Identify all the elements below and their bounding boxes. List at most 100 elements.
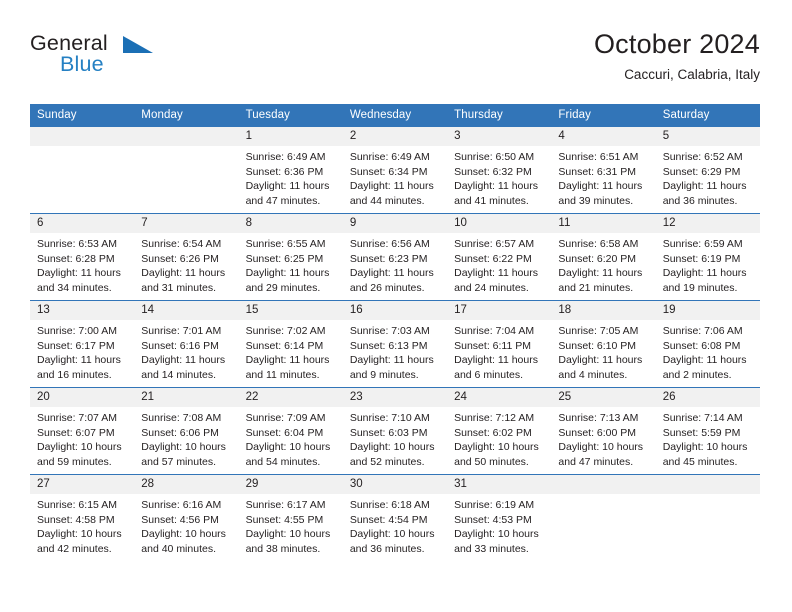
daylight-text-line2: and 6 minutes. — [454, 368, 524, 381]
calendar-day-cell[interactable]: 22 Sunrise: 7:09 AM Sunset: 6:04 PM Dayligh… — [238, 387, 343, 475]
sunrise-text: Sunrise: 6:17 AM — [245, 499, 326, 511]
day-number: 15 — [238, 301, 343, 320]
calendar-day-cell[interactable]: 17 Sunrise: 7:04 AM Sunset: 6:11 PM Dayligh… — [447, 300, 552, 388]
calendar-week-row: 20 Sunrise: 7:07 AM Sunset: 6:07 PM Dayligh… — [30, 387, 760, 475]
calendar-day-cell[interactable]: 24 Sunrise: 7:12 AM Sunset: 6:02 PM Dayligh… — [447, 387, 552, 475]
sunset-text: Sunset: 6:00 PM — [558, 426, 637, 439]
sunset-text: Sunset: 6:03 PM — [349, 426, 428, 439]
daylight-text-line1: Daylight: 11 hours — [349, 267, 434, 280]
day-details: Sunrise: 7:04 AM Sunset: 6:11 PM Daylight:… — [447, 320, 551, 382]
daylight-text-line2: and 24 minutes. — [454, 281, 529, 294]
daylight-text-line1: Daylight: 11 hours — [558, 267, 643, 280]
calendar-day-cell[interactable]: 1 Sunrise: 6:49 AM Sunset: 6:36 PM Daylight… — [238, 126, 343, 214]
calendar-week-row: 1 Sunrise: 6:49 AM Sunset: 6:36 PM Daylight… — [30, 126, 760, 214]
day-number — [30, 127, 135, 146]
calendar-day-cell[interactable]: 19 Sunrise: 7:06 AM Sunset: 6:08 PM Dayligh… — [655, 300, 760, 388]
daylight-text-line1: Daylight: 10 hours — [454, 441, 539, 454]
sunset-text: Sunset: 6:28 PM — [37, 252, 115, 265]
sunset-text: Sunset: 6:20 PM — [558, 252, 637, 265]
daylight-text-line2: and 44 minutes. — [349, 194, 425, 207]
daylight-text-line2: and 11 minutes. — [245, 368, 320, 381]
calendar-day-cell[interactable]: 4 Sunrise: 6:51 AM Sunset: 6:31 PM Daylight… — [551, 126, 656, 214]
daylight-text-line2: and 54 minutes. — [245, 455, 321, 468]
day-number: 4 — [551, 127, 656, 146]
calendar-day-cell[interactable]: 9 Sunrise: 6:56 AM Sunset: 6:23 PM Daylight… — [342, 213, 448, 301]
daylight-text-line2: and 33 minutes. — [454, 542, 529, 555]
sunrise-text: Sunrise: 6:19 AM — [454, 499, 535, 511]
sunrise-text: Sunrise: 6:57 AM — [454, 238, 535, 250]
calendar-day-cell[interactable]: 25 Sunrise: 7:13 AM Sunset: 6:00 PM Dayligh… — [551, 387, 656, 475]
calendar-day-cell[interactable]: 18 Sunrise: 7:05 AM Sunset: 6:10 PM Dayligh… — [551, 300, 656, 388]
calendar-day-cell[interactable]: 8 Sunrise: 6:55 AM Sunset: 6:25 PM Daylight… — [238, 213, 343, 301]
calendar-day-cell[interactable]: 29 Sunrise: 6:17 AM Sunset: 4:55 PM Dayligh… — [238, 474, 343, 561]
calendar-day-cell[interactable]: 10 Sunrise: 6:57 AM Sunset: 6:22 PM Dayligh… — [447, 213, 552, 301]
daylight-text-line1: Daylight: 11 hours — [141, 267, 226, 280]
day-details: Sunrise: 7:09 AM Sunset: 6:04 PM Daylight:… — [239, 407, 343, 469]
calendar-page: General Blue October 2024 Caccuri, Calab… — [0, 0, 792, 612]
calendar-day-cell[interactable]: 13 Sunrise: 7:00 AM Sunset: 6:17 PM Dayligh… — [30, 300, 135, 388]
day-number: 14 — [134, 301, 239, 320]
daylight-text-line2: and 38 minutes. — [245, 542, 321, 555]
daylight-text-line2: and 47 minutes. — [558, 455, 634, 468]
sunrise-text: Sunrise: 6:50 AM — [454, 151, 535, 163]
sunrise-text: Sunrise: 6:58 AM — [558, 238, 639, 250]
calendar-day-cell[interactable]: 23 Sunrise: 7:10 AM Sunset: 6:03 PM Dayligh… — [342, 387, 448, 475]
calendar-day-cell[interactable]: 6 Sunrise: 6:53 AM Sunset: 6:28 PM Daylight… — [30, 213, 135, 301]
calendar-day-cell[interactable]: 11 Sunrise: 6:58 AM Sunset: 6:20 PM Dayligh… — [551, 213, 656, 301]
day-number: 22 — [238, 388, 343, 407]
day-details: Sunrise: 6:55 AM Sunset: 6:25 PM Daylight:… — [239, 233, 343, 295]
calendar-day-cell[interactable]: 16 Sunrise: 7:03 AM Sunset: 6:13 PM Dayligh… — [342, 300, 448, 388]
day-number: 25 — [551, 388, 656, 407]
daylight-text-line2: and 42 minutes. — [37, 542, 112, 555]
daylight-text-line1: Daylight: 11 hours — [662, 180, 747, 193]
calendar-day-cell[interactable]: 12 Sunrise: 6:59 AM Sunset: 6:19 PM Dayligh… — [655, 213, 760, 301]
weekday-header-friday: Friday — [551, 104, 656, 127]
sunrise-text: Sunrise: 7:03 AM — [349, 325, 430, 337]
day-number: 29 — [238, 475, 343, 494]
calendar-day-cell[interactable]: 20 Sunrise: 7:07 AM Sunset: 6:07 PM Dayligh… — [30, 387, 135, 475]
calendar-day-cell[interactable]: 3 Sunrise: 6:50 AM Sunset: 6:32 PM Daylight… — [447, 126, 552, 214]
calendar-day-cell[interactable]: 7 Sunrise: 6:54 AM Sunset: 6:26 PM Daylight… — [134, 213, 239, 301]
daylight-text-line2: and 57 minutes. — [141, 455, 216, 468]
daylight-text-line2: and 29 minutes. — [245, 281, 321, 294]
day-number: 27 — [30, 475, 135, 494]
daylight-text-line2: and 2 minutes. — [662, 368, 732, 381]
sunrise-text: Sunrise: 6:49 AM — [245, 151, 326, 163]
sunset-text: Sunset: 6:23 PM — [349, 252, 428, 265]
daylight-text-line1: Daylight: 10 hours — [349, 441, 435, 454]
day-number: 17 — [447, 301, 552, 320]
daylight-text-line1: Daylight: 11 hours — [454, 180, 538, 193]
day-details: Sunrise: 6:52 AM Sunset: 6:29 PM Daylight:… — [656, 146, 760, 208]
day-details: Sunrise: 6:51 AM Sunset: 6:31 PM Daylight:… — [551, 146, 655, 208]
calendar-day-cell[interactable]: 26 Sunrise: 7:14 AM Sunset: 5:59 PM Dayligh… — [655, 387, 760, 475]
day-number: 2 — [342, 127, 448, 146]
calendar-day-cell[interactable]: 21 Sunrise: 7:08 AM Sunset: 6:06 PM Dayligh… — [134, 387, 239, 475]
calendar-day-cell[interactable]: 5 Sunrise: 6:52 AM Sunset: 6:29 PM Daylight… — [655, 126, 760, 214]
weekday-header-monday: Monday — [134, 104, 239, 127]
calendar-day-cell[interactable]: 28 Sunrise: 6:16 AM Sunset: 4:56 PM Dayligh… — [134, 474, 239, 561]
sunset-text: Sunset: 6:25 PM — [245, 252, 324, 265]
daylight-text-line2: and 16 minutes. — [37, 368, 112, 381]
calendar-day-cell[interactable]: 14 Sunrise: 7:01 AM Sunset: 6:16 PM Dayligh… — [134, 300, 239, 388]
day-details: Sunrise: 7:12 AM Sunset: 6:02 PM Daylight:… — [447, 407, 551, 469]
calendar-day-cell[interactable]: 2 Sunrise: 6:49 AM Sunset: 6:34 PM Daylight… — [342, 126, 448, 214]
daylight-text-line1: Daylight: 11 hours — [454, 267, 538, 280]
daylight-text-line2: and 34 minutes. — [37, 281, 112, 294]
calendar-day-cell[interactable]: 31 Sunrise: 6:19 AM Sunset: 4:53 PM Dayligh… — [447, 474, 552, 561]
calendar-day-cell[interactable]: 27 Sunrise: 6:15 AM Sunset: 4:58 PM Dayligh… — [30, 474, 135, 561]
sunrise-text: Sunrise: 6:18 AM — [349, 499, 430, 511]
calendar-day-cell[interactable]: 15 Sunrise: 7:02 AM Sunset: 6:14 PM Dayligh… — [238, 300, 343, 388]
sunrise-text: Sunrise: 6:16 AM — [141, 499, 222, 511]
sunrise-text: Sunrise: 6:53 AM — [37, 238, 117, 250]
month-calendar: Sunday Monday Tuesday Wednesday Thursday… — [30, 104, 760, 561]
calendar-day-cell[interactable]: 30 Sunrise: 6:18 AM Sunset: 4:54 PM Dayligh… — [342, 474, 448, 561]
calendar-day-cell-empty — [551, 474, 656, 561]
day-number: 30 — [342, 475, 448, 494]
sunset-text: Sunset: 6:06 PM — [141, 426, 219, 439]
day-details: Sunrise: 6:57 AM Sunset: 6:22 PM Daylight:… — [447, 233, 551, 295]
sunset-text: Sunset: 6:07 PM — [37, 426, 115, 439]
day-number: 31 — [447, 475, 552, 494]
sunset-text: Sunset: 5:59 PM — [662, 426, 741, 439]
brand-logo[interactable]: General Blue — [30, 28, 155, 84]
day-number: 16 — [342, 301, 448, 320]
